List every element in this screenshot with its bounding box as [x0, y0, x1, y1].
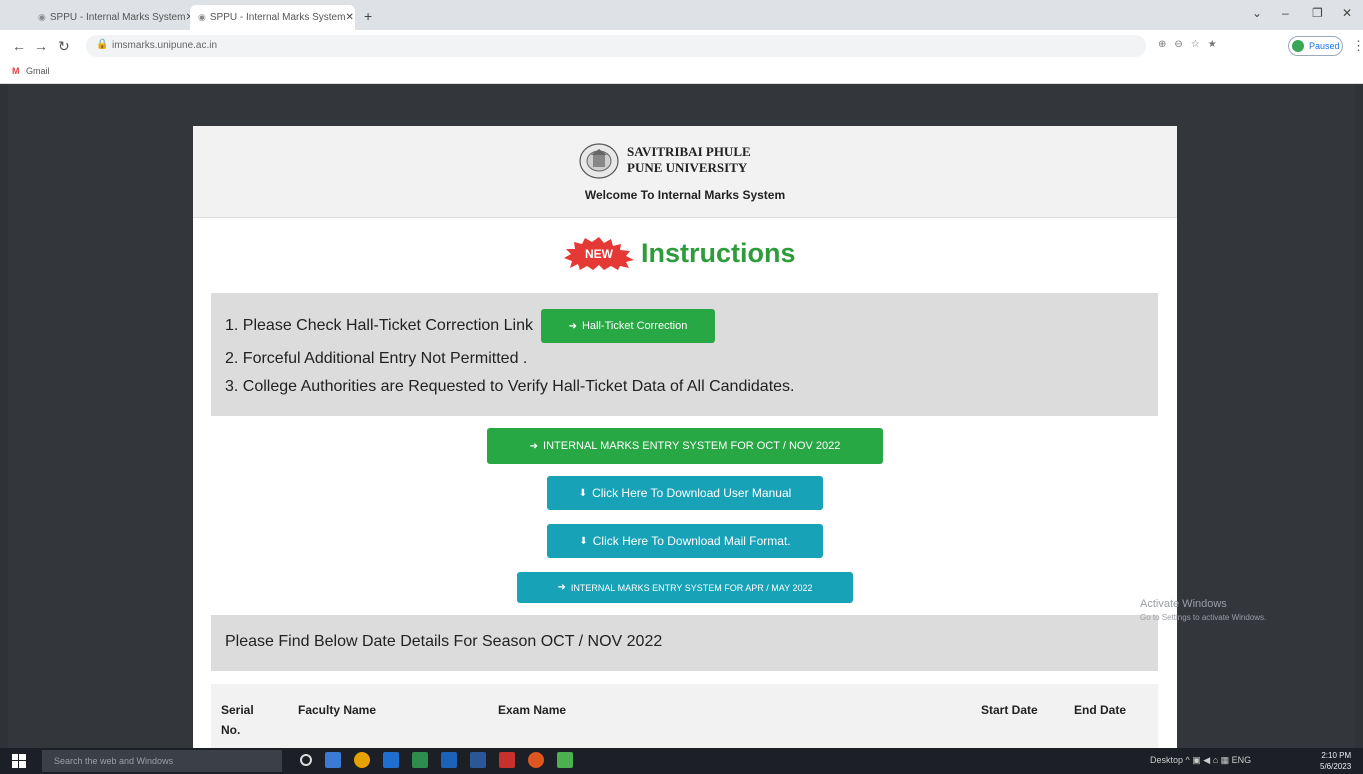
app-icon[interactable]	[528, 752, 544, 768]
activate-windows-watermark: Activate Windows Go to Settings to activ…	[1140, 597, 1266, 625]
app-icon[interactable]	[499, 752, 515, 768]
instruction-item: 3. College Authorities are Requested to …	[225, 373, 1144, 401]
maximize-icon[interactable]: ❐	[1312, 6, 1323, 20]
instruction-text: 2. Forceful Additional Entry Not Permitt…	[225, 350, 528, 367]
instructions-title: Instructions	[641, 237, 796, 268]
card-header: SAVITRIBAI PHULE PUNE UNIVERSITY Welcome…	[193, 126, 1177, 218]
close-tab-icon[interactable]: ✕	[345, 12, 353, 23]
address-bar[interactable]: 🔒 imsmarks.unipune.ac.in	[86, 35, 1146, 57]
new-tab-icon[interactable]: +	[364, 8, 372, 24]
column-header-faculty: Faculty Name	[298, 703, 377, 717]
taskbar-apps	[300, 752, 573, 768]
windows-start-icon[interactable]	[12, 754, 26, 768]
new-badge-icon: NEW	[564, 237, 634, 270]
instruction-text: 3. College Authorities are Requested to …	[225, 378, 795, 395]
browser-toolbar: ← → ↻ 🔒 imsmarks.unipune.ac.in ⊕⊖☆★ Paus…	[0, 30, 1363, 62]
download-icon: ⬇	[579, 535, 588, 547]
column-header-start-date: Start Date	[981, 703, 1038, 717]
system-tray: Desktop ^ ▣ ◀ ⌂ ▦ ENG	[1150, 755, 1251, 766]
taskbar-search-input[interactable]: Search the web and Windows	[42, 750, 282, 772]
extension-icons[interactable]: ⊕⊖☆★	[1158, 39, 1225, 50]
button-label: INTERNAL MARKS ENTRY SYSTEM FOR OCT / NO…	[543, 440, 841, 452]
tab-label: SPPU - Internal Marks System	[49, 12, 186, 23]
app-icon[interactable]	[383, 752, 399, 768]
button-label: Hall-Ticket Correction	[581, 320, 688, 332]
clock-date: 5/6/2023	[1320, 762, 1352, 771]
watermark-subtitle: Go to Settings to activate Windows.	[1140, 613, 1267, 622]
address-text: imsmarks.unipune.ac.in	[112, 40, 218, 51]
back-icon[interactable]: ←	[12, 38, 26, 54]
browser-tab-1[interactable]: ◉ SPPU - Internal Marks System ✕	[30, 5, 194, 30]
button-label: Click Here To Download Mail Format.	[592, 534, 791, 548]
date-table-header: Serial No. Faculty Name Exam Name Start …	[211, 684, 1158, 748]
season-heading: Please Find Below Date Details For Seaso…	[211, 615, 1158, 671]
tab-label: SPPU - Internal Marks System	[209, 12, 346, 23]
forward-icon[interactable]: →	[34, 38, 48, 54]
column-header-serial: Serial No.	[221, 703, 254, 737]
instructions-heading: NEW Instructions	[563, 236, 796, 270]
download-user-manual-button[interactable]: ⬇ Click Here To Download User Manual	[547, 476, 823, 510]
gmail-icon: M	[12, 66, 20, 76]
university-name-line1: SAVITRIBAI PHULE	[627, 144, 751, 159]
avatar	[1292, 40, 1304, 52]
new-badge-text: NEW	[585, 247, 614, 261]
browser-tab-bar: ◉ SPPU - Internal Marks System ✕ ◉ SPPU …	[0, 0, 1363, 30]
instruction-item: 2. Forceful Additional Entry Not Permitt…	[225, 345, 1144, 373]
bookmarks-bar: M Gmail	[0, 62, 1363, 84]
instructions-box: 1. Please Check Hall-Ticket Correction L…	[211, 293, 1158, 416]
sign-in-icon: ➜	[529, 440, 539, 452]
cortana-icon[interactable]	[300, 754, 312, 766]
sign-in-icon: ➜	[557, 582, 566, 593]
oct-nov-entry-button[interactable]: ➜ INTERNAL MARKS ENTRY SYSTEM FOR OCT / …	[487, 428, 883, 464]
app-icon[interactable]	[325, 752, 341, 768]
column-header-end-date: End Date	[1074, 703, 1127, 717]
button-label: Click Here To Download User Manual	[592, 486, 792, 500]
instruction-text: 1. Please Check Hall-Ticket Correction L…	[225, 317, 533, 334]
browser-tab-2[interactable]: ◉ SPPU - Internal Marks System ✕	[190, 5, 355, 30]
button-label: INTERNAL MARKS ENTRY SYSTEM FOR APR / MA…	[570, 582, 813, 593]
instruction-item: 1. Please Check Hall-Ticket Correction L…	[225, 307, 1144, 345]
university-seal-icon	[579, 143, 619, 179]
tab-search-icon[interactable]: ⌄	[1252, 6, 1262, 20]
favicon-icon: ◉	[38, 12, 46, 22]
language-indicator[interactable]: ENG	[1232, 755, 1252, 765]
reload-icon[interactable]: ↻	[58, 38, 70, 55]
taskbar-clock[interactable]: 2:10 PM 5/6/2023	[1320, 750, 1351, 772]
windows-taskbar: Search the web and Windows Desktop ^ ▣ ◀…	[0, 748, 1363, 774]
chrome-icon[interactable]	[354, 752, 370, 768]
page-viewport: SAVITRIBAI PHULE PUNE UNIVERSITY Welcome…	[8, 84, 1355, 748]
watermark-title: Activate Windows	[1140, 598, 1227, 610]
welcome-text: Welcome To Internal Marks System	[584, 188, 786, 202]
apr-may-entry-button[interactable]: ➜ INTERNAL MARKS ENTRY SYSTEM FOR APR / …	[517, 572, 853, 603]
app-icon[interactable]	[441, 752, 457, 768]
app-icon[interactable]	[412, 752, 428, 768]
lock-icon: 🔒	[96, 39, 109, 50]
tray-icons[interactable]: ^ ▣ ◀ ⌂ ▦	[1186, 755, 1232, 765]
main-card: SAVITRIBAI PHULE PUNE UNIVERSITY Welcome…	[193, 126, 1177, 748]
menu-icon[interactable]: ⋮	[1352, 38, 1363, 54]
university-name-line2: PUNE UNIVERSITY	[627, 160, 748, 175]
close-window-icon[interactable]: ✕	[1342, 6, 1352, 20]
university-name: SAVITRIBAI PHULE PUNE UNIVERSITY	[627, 144, 751, 176]
favicon-icon: ◉	[198, 12, 206, 22]
profile-button[interactable]: Paused	[1288, 36, 1343, 56]
hall-ticket-correction-button[interactable]: ➜ Hall-Ticket Correction	[540, 309, 715, 343]
download-mail-format-button[interactable]: ⬇ Click Here To Download Mail Format.	[547, 524, 823, 558]
tray-desktop-label[interactable]: Desktop	[1150, 755, 1183, 765]
app-icon[interactable]	[557, 752, 573, 768]
column-header-exam: Exam Name	[498, 703, 567, 717]
sign-in-icon: ➜	[568, 320, 577, 332]
download-icon: ⬇	[578, 487, 588, 499]
minimize-icon[interactable]: –	[1282, 6, 1289, 20]
app-icon[interactable]	[470, 752, 486, 768]
profile-label: Paused	[1309, 41, 1340, 51]
clock-time: 2:10 PM	[1321, 751, 1352, 760]
bookmark-gmail[interactable]: Gmail	[26, 66, 50, 76]
